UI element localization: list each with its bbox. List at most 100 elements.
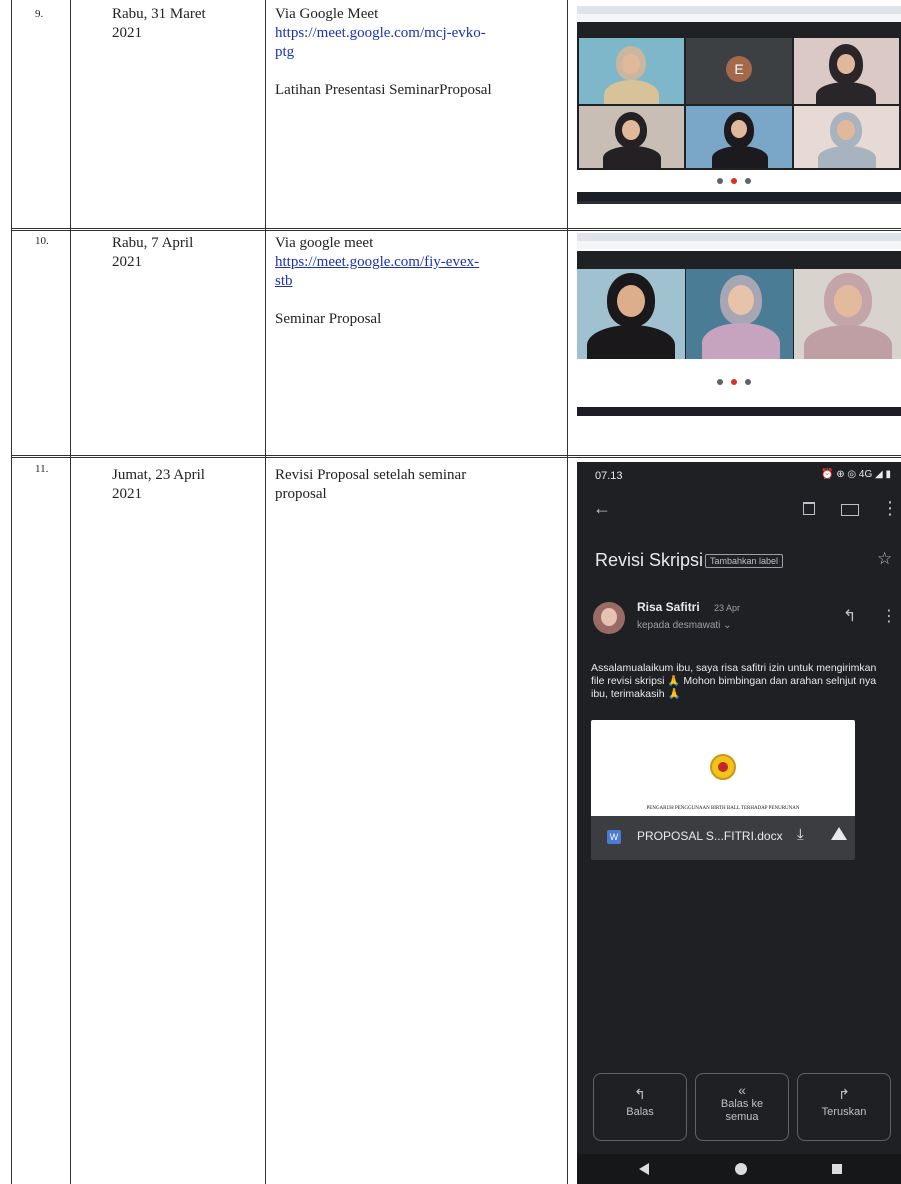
date-line: Rabu, 31 Maret [112, 6, 206, 22]
meet-link[interactable]: ptg [275, 43, 565, 62]
table-border [567, 0, 568, 1184]
video-tile [794, 269, 901, 359]
reply-all-button[interactable]: « Balas ke semua [695, 1073, 789, 1141]
meet-link[interactable]: https://meet.google.com/mcj-evko- [275, 24, 565, 43]
meet-screenshot: E [577, 6, 901, 204]
meet-link[interactable]: stb [275, 272, 565, 291]
video-tile [686, 106, 792, 168]
end-call-icon [731, 379, 737, 385]
more-vert-icon[interactable]: ⋮ [881, 498, 899, 519]
row-divider [11, 457, 901, 458]
date-line: 2021 [112, 254, 142, 270]
meet-screenshot [577, 233, 901, 416]
camera-icon [745, 178, 751, 184]
recipient-line[interactable]: kepada desmawati ⌄ [637, 620, 732, 631]
email-body: Assalamualaikum ibu, saya risa safitri i… [591, 662, 877, 700]
meet-link[interactable]: https://meet.google.com/fiy-evex- [275, 253, 565, 272]
via-text: Via google meet [275, 235, 374, 251]
status-icons: ⏰ ⊕ ◎ 4G ◢ ▮ [821, 469, 891, 480]
forward-button[interactable]: ↱ Teruskan [797, 1073, 891, 1141]
label-chip[interactable]: Tambahkan label [705, 554, 784, 568]
gmail-screenshot: 07.13 ⏰ ⊕ ◎ 4G ◢ ▮ ← ⋮ Revisi Skripsi Ta… [577, 462, 901, 1184]
browser-tabbar [577, 6, 901, 14]
android-navbar [577, 1154, 901, 1184]
reply-label: Balas [626, 1106, 654, 1118]
video-tile [794, 106, 899, 168]
more-vert-icon[interactable]: ⋮ [881, 606, 897, 626]
meet-controls [577, 170, 901, 192]
video-tile [579, 38, 684, 104]
activity-text: Revisi Proposal setelah seminar [275, 467, 467, 483]
sender-avatar [593, 602, 625, 634]
university-logo [710, 754, 736, 780]
row-date: Rabu, 7 April 2021 [112, 234, 193, 272]
via-text: Via Google Meet [275, 6, 379, 22]
table-border [70, 0, 71, 1184]
table-border [11, 0, 12, 1184]
reply-icon[interactable]: ↰ [843, 606, 856, 626]
activity-text: Latihan Presentasi SeminarProposal [275, 82, 492, 98]
row-divider [11, 228, 901, 229]
meet-controls [577, 371, 901, 393]
browser-addressbar [577, 241, 901, 249]
row-detail: Revisi Proposal setelah seminar proposal [275, 466, 565, 504]
date-line: Jumat, 23 April [112, 467, 205, 483]
row-divider [11, 230, 901, 231]
row-detail: Via google meet https://meet.google.com/… [275, 234, 565, 329]
row-number: 11. [35, 463, 49, 475]
reply-all-label: Balas ke semua [696, 1098, 788, 1124]
attachment-preview: PENGARUH PENGGUNAAN BIRTH BALL TERHADAP … [591, 720, 855, 816]
date-line: Rabu, 7 April [112, 235, 194, 251]
reply-all-icon: « [738, 1082, 746, 1098]
video-tile [794, 38, 899, 104]
meet-header [577, 251, 901, 269]
reply-button[interactable]: ↰ Balas [593, 1073, 687, 1141]
attachment-name: PROPOSAL S...FITRI.docx [637, 829, 783, 843]
table-border [265, 0, 266, 1184]
video-tile [686, 269, 793, 359]
sender-name: Risa Safitri [637, 600, 700, 614]
participant-avatar: E [726, 56, 752, 82]
drive-icon[interactable] [831, 827, 847, 840]
row-divider [11, 455, 901, 456]
star-icon[interactable]: ☆ [877, 549, 892, 569]
windows-taskbar [577, 192, 901, 201]
reply-all-line: semua [725, 1111, 759, 1123]
date-line: 2021 [112, 486, 142, 502]
browser-tabbar [577, 233, 901, 241]
reply-all-line: Balas ke [720, 1098, 764, 1110]
windows-taskbar [577, 407, 901, 416]
attachment-caption: PENGARUH PENGGUNAAN BIRTH BALL TERHADAP … [646, 806, 800, 811]
recipient-text: kepada desmawati [637, 620, 721, 631]
forward-icon: ↱ [838, 1086, 850, 1102]
back-arrow-icon[interactable]: ← [593, 498, 611, 519]
camera-icon [745, 379, 751, 385]
video-tile: E [686, 38, 792, 104]
mail-icon[interactable] [841, 504, 859, 516]
row-date: Rabu, 31 Maret 2021 [112, 5, 206, 43]
end-call-icon [731, 178, 737, 184]
delete-icon[interactable] [803, 502, 815, 515]
row-detail: Via Google Meet https://meet.google.com/… [275, 5, 565, 100]
row-number: 10. [35, 235, 49, 247]
chevron-down-icon: ⌄ [723, 620, 732, 631]
activity-text: Seminar Proposal [275, 311, 382, 327]
email-subject: Revisi Skripsi [595, 550, 704, 570]
video-tile [579, 106, 684, 168]
attachment-card[interactable]: PENGARUH PENGGUNAAN BIRTH BALL TERHADAP … [591, 720, 855, 860]
video-tile [577, 269, 685, 359]
nav-home-icon[interactable] [735, 1163, 747, 1175]
forward-label: Teruskan [821, 1106, 867, 1118]
activity-text: proposal [275, 486, 327, 502]
reply-icon: ↰ [634, 1086, 646, 1102]
row-date: Jumat, 23 April 2021 [112, 466, 205, 504]
nav-recents-icon[interactable] [832, 1164, 842, 1174]
nav-back-icon[interactable] [639, 1163, 649, 1175]
status-time: 07.13 [595, 470, 623, 482]
word-icon: W [607, 830, 621, 844]
row-number: 9. [35, 8, 44, 20]
mic-icon [717, 178, 723, 184]
mic-icon [717, 379, 723, 385]
download-icon[interactable]: ⤓ [797, 826, 804, 843]
date-line: 2021 [112, 25, 142, 41]
